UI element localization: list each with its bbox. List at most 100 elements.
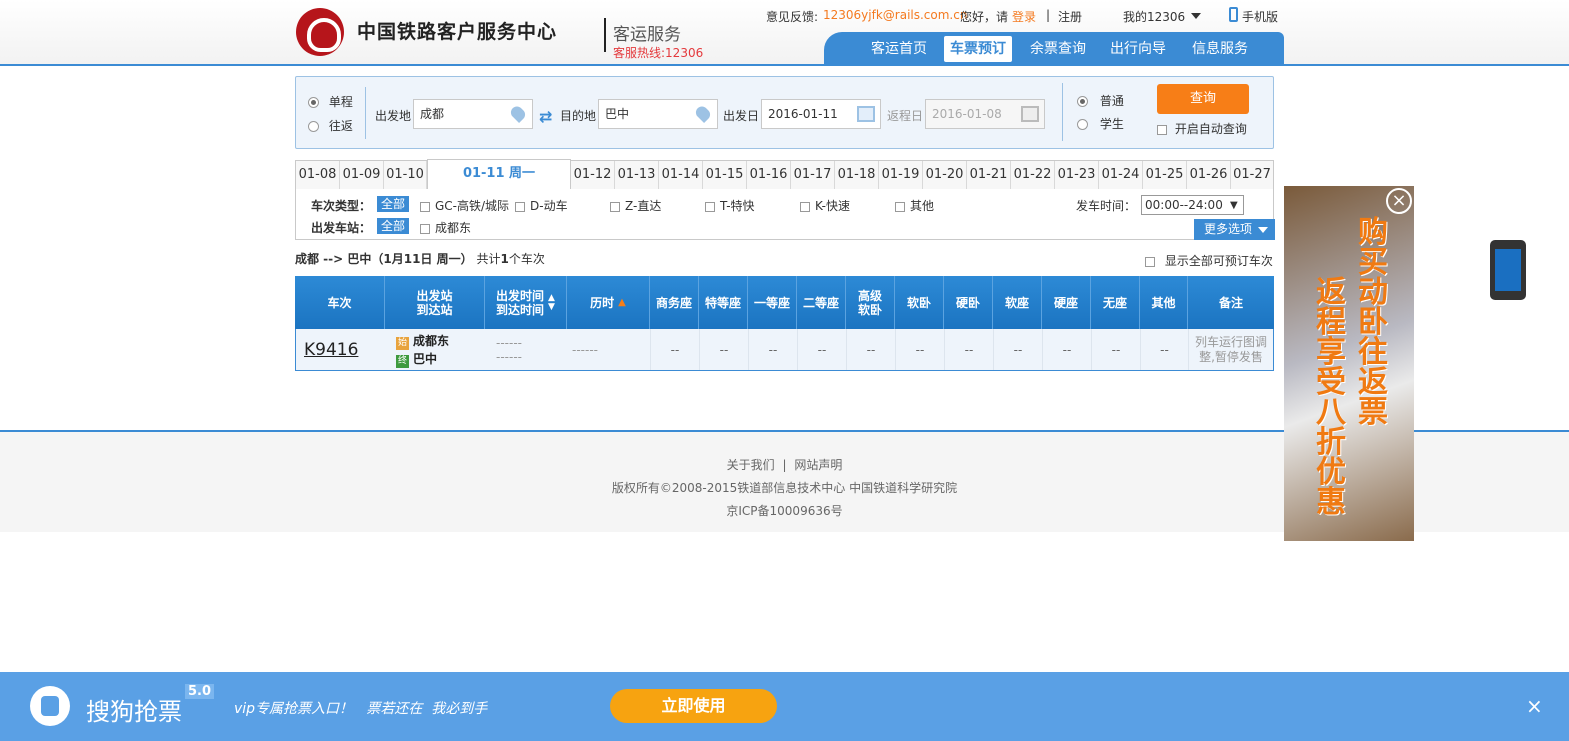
nav-item-travel-guide[interactable]: 出行向导 <box>1104 36 1172 62</box>
date-tab[interactable]: 01-26 <box>1187 161 1231 189</box>
login-link[interactable]: 登录 <box>1012 8 1036 25</box>
date-tab-selected[interactable]: 01-11 周一 <box>427 159 571 190</box>
promo-banner-ad[interactable]: 购买动卧往返票 返程享受八折优惠 × <box>1284 186 1414 541</box>
ad-subheadline: 返程享受八折优惠 <box>1316 275 1346 520</box>
date-tab[interactable]: 01-21 <box>967 161 1011 189</box>
ticket-type-student-option[interactable]: 学生 <box>1077 115 1124 132</box>
filter-type-other[interactable]: 其他 <box>895 197 934 214</box>
filter-station-label: 成都东 <box>435 221 472 235</box>
filter-type-gc[interactable]: GC-高铁/城际 <box>420 197 509 214</box>
col-premium-seat: 特等座 <box>699 276 748 329</box>
my12306-menu[interactable]: 我的12306 <box>1123 8 1185 25</box>
mobile-version-link[interactable]: 手机版 <box>1242 8 1278 25</box>
swap-stations-icon[interactable]: ⇄ <box>539 107 552 126</box>
mobile-app-float-icon[interactable] <box>1490 240 1526 300</box>
auto-query-option[interactable]: 开启自动查询 <box>1157 120 1247 137</box>
trip-round-option[interactable]: 往返 <box>308 117 353 134</box>
location-pin-icon[interactable] <box>508 103 528 124</box>
sort-arrows-icon[interactable]: ▲ ▼ <box>548 293 555 312</box>
footer-separator: | <box>782 458 787 472</box>
filter-type-d[interactable]: D-动车 <box>515 197 568 214</box>
depart-date-input[interactable]: 2016-01-11 <box>761 99 881 129</box>
filter-type-z[interactable]: Z-直达 <box>610 197 661 214</box>
date-tab[interactable]: 01-08 <box>296 161 340 189</box>
ticket-type-normal-option[interactable]: 普通 <box>1077 92 1124 109</box>
more-options-button[interactable]: 更多选项 <box>1194 219 1275 240</box>
to-station-row: 终巴中 <box>396 350 437 368</box>
nav-item-home[interactable]: 客运首页 <box>865 36 933 62</box>
date-tab[interactable]: 01-19 <box>879 161 923 189</box>
nav-item-info-service[interactable]: 信息服务 <box>1186 36 1254 62</box>
date-tab[interactable]: 01-24 <box>1099 161 1143 189</box>
col-times-sortable[interactable]: 出发时间 到达时间 ▲ ▼ <box>485 276 567 329</box>
depart-time-select[interactable]: 00:00--24:00 ▼ <box>1141 195 1244 215</box>
date-tab[interactable]: 01-23 <box>1055 161 1099 189</box>
checkbox[interactable] <box>515 201 525 212</box>
about-us-link[interactable]: 关于我们 <box>727 458 775 472</box>
radio-normal[interactable] <box>1077 96 1088 107</box>
show-all-checkbox[interactable] <box>1145 256 1155 267</box>
from-station-input[interactable]: 成都 <box>413 99 533 129</box>
trip-oneway-option[interactable]: 单程 <box>308 93 353 110</box>
checkbox[interactable] <box>610 201 620 212</box>
close-bar-icon[interactable]: × <box>1526 694 1543 718</box>
checkbox[interactable] <box>895 201 905 212</box>
sort-up-icon[interactable]: ▲ <box>618 296 626 310</box>
checkbox[interactable] <box>800 201 810 212</box>
date-tab[interactable]: 01-17 <box>791 161 835 189</box>
show-all-trains-option[interactable]: 显示全部可预订车次 <box>1145 252 1273 269</box>
train-number-link[interactable]: K9416 <box>304 340 358 360</box>
location-pin-icon[interactable] <box>693 103 713 124</box>
filter-station-chengdudong[interactable]: 成都东 <box>420 219 471 236</box>
filter-type-t[interactable]: T-特快 <box>705 197 755 214</box>
filter-type-label: K-快速 <box>815 199 850 213</box>
station-all-button[interactable]: 全部 <box>377 218 410 234</box>
use-now-button[interactable]: 立即使用 <box>610 689 777 723</box>
calendar-icon[interactable] <box>857 106 875 122</box>
date-tab[interactable]: 01-22 <box>1011 161 1055 189</box>
date-tab[interactable]: 01-14 <box>659 161 703 189</box>
to-station-name[interactable]: 巴中 <box>413 352 437 366</box>
nav-item-remaining-tickets[interactable]: 余票查询 <box>1024 36 1092 62</box>
filter-type-k[interactable]: K-快速 <box>800 197 850 214</box>
register-link[interactable]: 注册 <box>1058 8 1082 25</box>
feedback-email-link[interactable]: 12306yjfk@rails.com.cn <box>823 8 967 22</box>
site-statement-link[interactable]: 网站声明 <box>794 458 842 472</box>
train-type-all-button[interactable]: 全部 <box>377 196 410 212</box>
date-tab[interactable]: 01-13 <box>615 161 659 189</box>
checkbox[interactable] <box>420 223 430 234</box>
radio-round[interactable] <box>308 121 319 132</box>
date-tab[interactable]: 01-27 <box>1231 161 1273 189</box>
date-tab[interactable]: 01-10 <box>384 161 427 189</box>
col-first-class: 一等座 <box>748 276 797 329</box>
sogou-promo-bar: 搜狗抢票 5.0 vip专属抢票入口！ 票若还在 我必到手 立即使用 × <box>0 672 1569 741</box>
date-tab[interactable]: 01-25 <box>1143 161 1187 189</box>
nav-item-ticket-booking[interactable]: 车票预订 <box>944 36 1012 62</box>
date-tabs: 01-08 01-09 01-10 01-11 周一 01-12 01-13 0… <box>295 159 1274 190</box>
radio-oneway[interactable] <box>308 97 319 108</box>
return-date-input[interactable]: 2016-01-08 <box>925 99 1045 129</box>
from-station-row: 始成都东 <box>396 332 449 350</box>
from-station-name[interactable]: 成都东 <box>413 334 449 348</box>
date-tab[interactable]: 01-20 <box>923 161 967 189</box>
railway-logo-icon[interactable] <box>296 8 344 56</box>
query-button[interactable]: 查询 <box>1157 84 1249 114</box>
calendar-icon[interactable] <box>1021 106 1039 122</box>
checkbox[interactable] <box>705 201 715 212</box>
date-tab[interactable]: 01-18 <box>835 161 879 189</box>
date-tab[interactable]: 01-16 <box>747 161 791 189</box>
chevron-down-icon[interactable] <box>1191 13 1201 19</box>
date-tab[interactable]: 01-15 <box>703 161 747 189</box>
auto-query-checkbox[interactable] <box>1157 124 1167 135</box>
search-panel: 单程 往返 出发地 成都 ⇄ 目的地 巴中 出发日 2016-01-11 返程日… <box>295 76 1274 149</box>
date-tab[interactable]: 01-09 <box>340 161 384 189</box>
to-station-input[interactable]: 巴中 <box>598 99 718 129</box>
mobile-phone-icon[interactable] <box>1229 7 1238 22</box>
radio-student[interactable] <box>1077 119 1088 130</box>
checkbox[interactable] <box>420 201 430 212</box>
seat-cell: -- <box>1141 329 1189 370</box>
date-tab[interactable]: 01-12 <box>571 161 615 189</box>
close-ad-icon[interactable]: × <box>1386 188 1412 214</box>
col-times-label: 出发时间 到达时间 <box>496 288 545 317</box>
col-duration-sortable[interactable]: 历时 ▲ <box>567 276 650 329</box>
